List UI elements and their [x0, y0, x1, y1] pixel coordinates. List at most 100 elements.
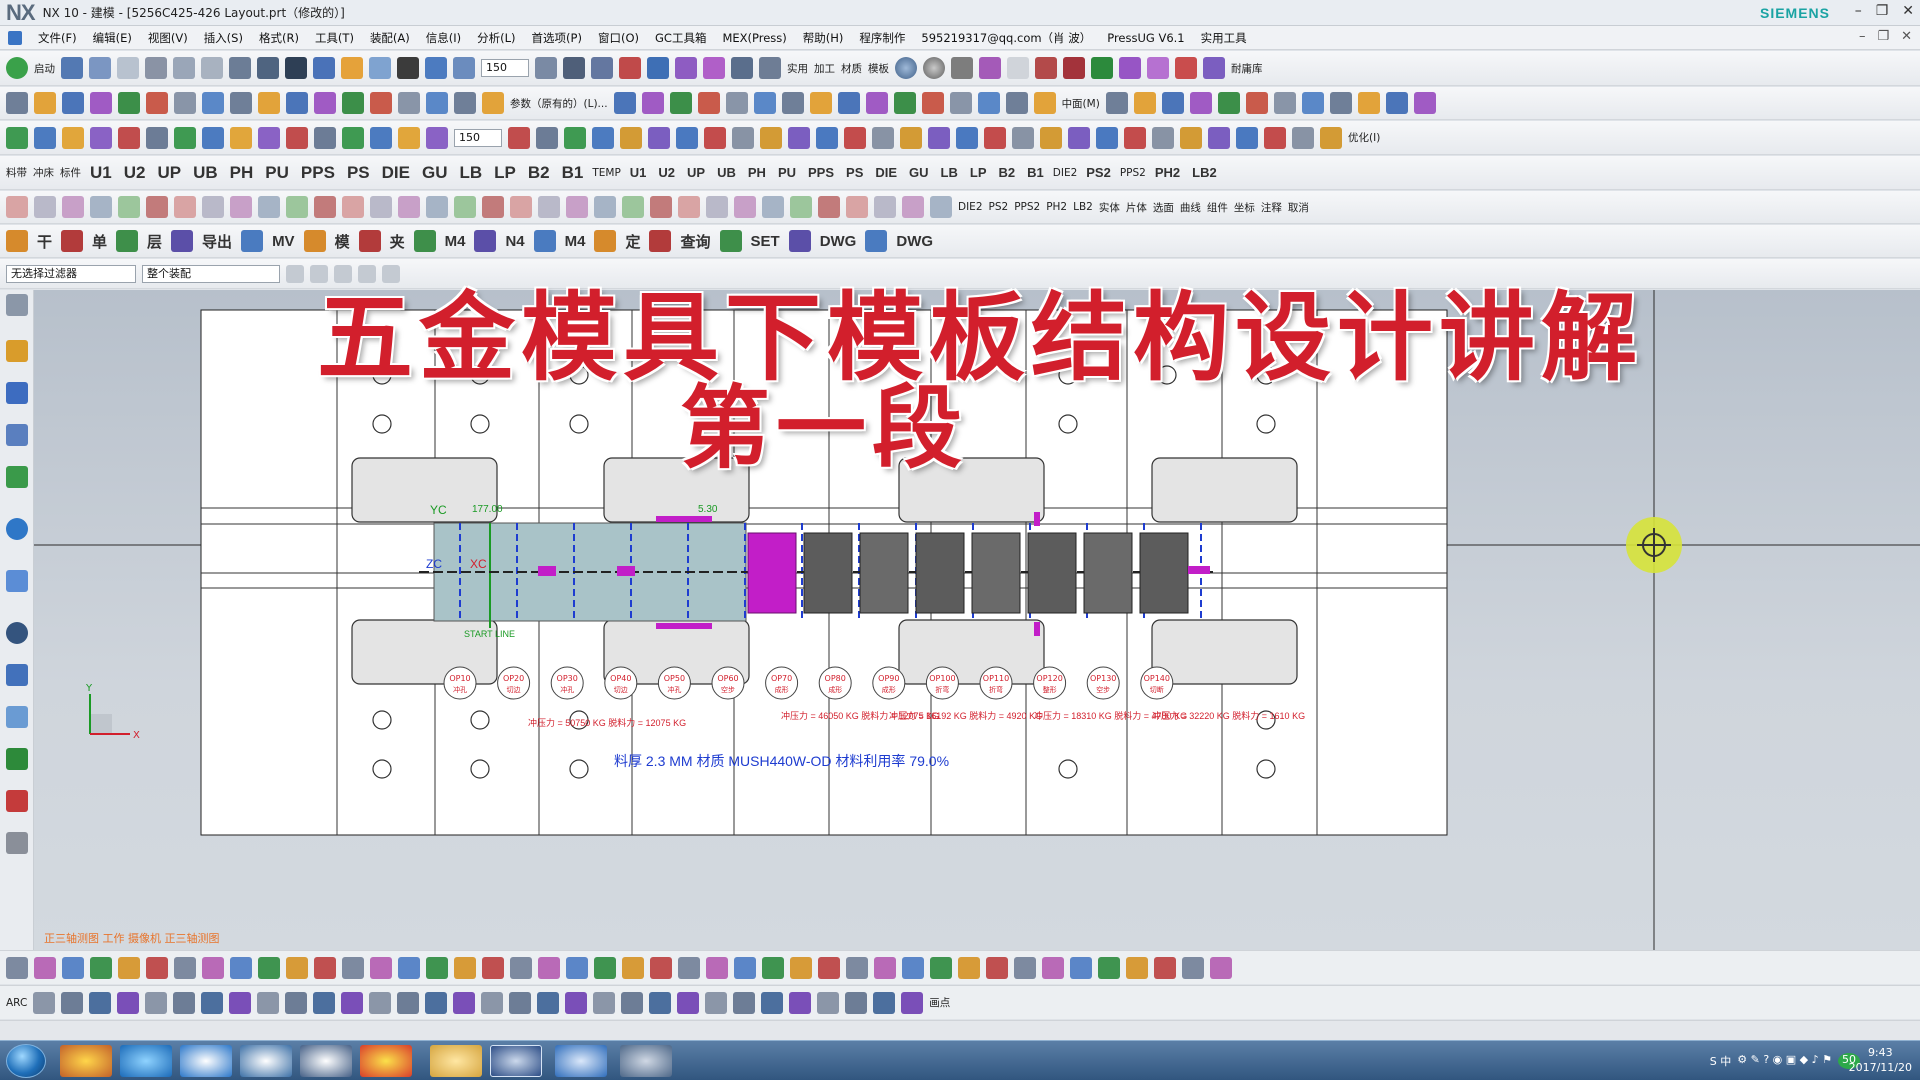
press-tool-10[interactable]: PS	[344, 163, 373, 183]
press-tool-3[interactable]: U1	[87, 163, 115, 183]
press-tool-24[interactable]: PPS	[805, 165, 837, 180]
tool-icon[interactable]	[762, 196, 784, 218]
tool-icon[interactable]	[174, 126, 196, 149]
tool-icon[interactable]	[564, 126, 586, 149]
tool-icon[interactable]	[734, 956, 756, 979]
explorer-icon[interactable]	[430, 1045, 482, 1077]
tool-icon[interactable]	[314, 92, 336, 114]
tool-icon[interactable]	[538, 196, 560, 218]
press-tool-26[interactable]: DIE	[872, 165, 900, 180]
tool-icon[interactable]	[1105, 92, 1128, 114]
tool-icon[interactable]	[1329, 92, 1352, 114]
doc-minimize-icon[interactable]: –	[1859, 29, 1866, 44]
select-icon[interactable]	[145, 57, 167, 79]
press-icon[interactable]	[358, 230, 381, 252]
tool-icon[interactable]	[872, 126, 894, 149]
view-icon[interactable]	[369, 57, 391, 79]
tool-icon[interactable]	[118, 196, 140, 218]
tool-icon[interactable]	[34, 956, 56, 979]
tool-icon[interactable]	[398, 126, 420, 149]
clock[interactable]: 9:43 2017/11/20	[1849, 1045, 1912, 1075]
start-button-icon[interactable]	[6, 1044, 46, 1078]
app-icon-4[interactable]	[240, 1045, 292, 1077]
params-dropdown[interactable]: 参数（原有的）(L)...	[510, 96, 608, 111]
tool-icon[interactable]	[669, 92, 692, 114]
tool-icon[interactable]	[34, 92, 56, 114]
tool-icon[interactable]	[201, 991, 224, 1014]
tool-icon[interactable]	[453, 991, 476, 1014]
ime-indicator[interactable]: S 中	[1710, 1053, 1731, 1069]
app-icon-1[interactable]	[60, 1045, 112, 1077]
tool-icon[interactable]	[62, 196, 84, 218]
press-tool-28[interactable]: LB	[938, 165, 961, 180]
tool-icon[interactable]	[817, 991, 840, 1014]
tool-icon[interactable]	[1161, 92, 1184, 114]
tool-icon[interactable]	[313, 991, 336, 1014]
press-tool-1[interactable]: 冲床	[33, 165, 54, 180]
tool-icon[interactable]	[285, 991, 308, 1014]
tool-icon[interactable]	[536, 126, 558, 149]
tool-icon[interactable]	[1096, 126, 1118, 149]
menu-item[interactable]: 格式(R)	[259, 30, 299, 46]
tool-icon[interactable]	[725, 92, 748, 114]
tool-icon[interactable]	[33, 991, 56, 1014]
filter-tool-7[interactable]: 选面	[1153, 200, 1174, 215]
tool-icon[interactable]	[341, 991, 364, 1014]
filter-tool-9[interactable]: 组件	[1207, 200, 1228, 215]
restore-icon[interactable]: ❐	[1876, 3, 1889, 19]
tool-icon[interactable]	[1068, 126, 1090, 149]
tool-icon[interactable]	[697, 92, 720, 114]
tool-icon[interactable]	[592, 126, 614, 149]
tool-icon[interactable]	[921, 92, 944, 114]
tool-icon[interactable]	[174, 196, 196, 218]
filter-tool-5[interactable]: 实体	[1099, 200, 1120, 215]
tool-icon[interactable]	[1126, 956, 1148, 979]
tools-icon[interactable]	[6, 832, 28, 854]
tool-icon[interactable]	[1152, 126, 1174, 149]
tool-icon[interactable]	[900, 126, 922, 149]
tool-icon[interactable]	[1070, 956, 1092, 979]
press-tool-20[interactable]: UP	[684, 165, 708, 180]
press-icon[interactable]	[649, 230, 672, 252]
tool-icon[interactable]	[426, 196, 448, 218]
press-tool-label-0[interactable]: 干	[34, 231, 55, 252]
tool-icon[interactable]	[398, 956, 420, 979]
save-icon[interactable]	[61, 57, 83, 79]
tool-icon[interactable]	[1182, 956, 1204, 979]
tool-icon[interactable]	[1292, 126, 1314, 149]
manufacturing-wizard-icon[interactable]	[6, 790, 28, 812]
filter-tool-8[interactable]: 曲线	[1180, 200, 1201, 215]
tool-icon[interactable]	[649, 991, 672, 1014]
tool-icon[interactable]	[426, 956, 448, 979]
menu-item[interactable]: 工具(T)	[315, 30, 354, 46]
tool-icon[interactable]	[258, 126, 280, 149]
process-studio-icon[interactable]	[6, 748, 28, 770]
app-menu-icon[interactable]	[8, 30, 22, 45]
measure-icon[interactable]	[759, 57, 781, 79]
tool-icon[interactable]	[370, 126, 392, 149]
tool-icon[interactable]	[733, 991, 756, 1014]
tool-icon[interactable]	[258, 196, 280, 218]
grid-icon[interactable]	[257, 57, 279, 79]
shade-icon[interactable]	[313, 57, 335, 79]
menu-item[interactable]: 编辑(E)	[93, 30, 132, 46]
tool-icon[interactable]	[117, 991, 140, 1014]
tool-icon[interactable]	[257, 991, 280, 1014]
tool-icon[interactable]	[398, 196, 420, 218]
tool-icon[interactable]	[676, 126, 698, 149]
tool-icon[interactable]	[678, 956, 700, 979]
app-icon-9[interactable]	[555, 1045, 607, 1077]
menu-item[interactable]: 文件(F)	[38, 30, 77, 46]
filter-tool-1[interactable]: PS2	[989, 201, 1009, 213]
tool-icon[interactable]	[509, 991, 532, 1014]
tool-icon[interactable]	[706, 956, 728, 979]
filter-tool-6[interactable]: 片体	[1126, 200, 1147, 215]
tool-icon[interactable]	[342, 956, 364, 979]
tool-icon[interactable]	[706, 196, 728, 218]
tool-icon[interactable]	[62, 126, 84, 149]
tool-icon[interactable]	[677, 991, 700, 1014]
tool-icon[interactable]	[1012, 126, 1034, 149]
press-tool-label-7[interactable]: M4	[442, 233, 469, 250]
tool-icon[interactable]	[397, 991, 420, 1014]
clock-icon[interactable]	[6, 622, 28, 644]
